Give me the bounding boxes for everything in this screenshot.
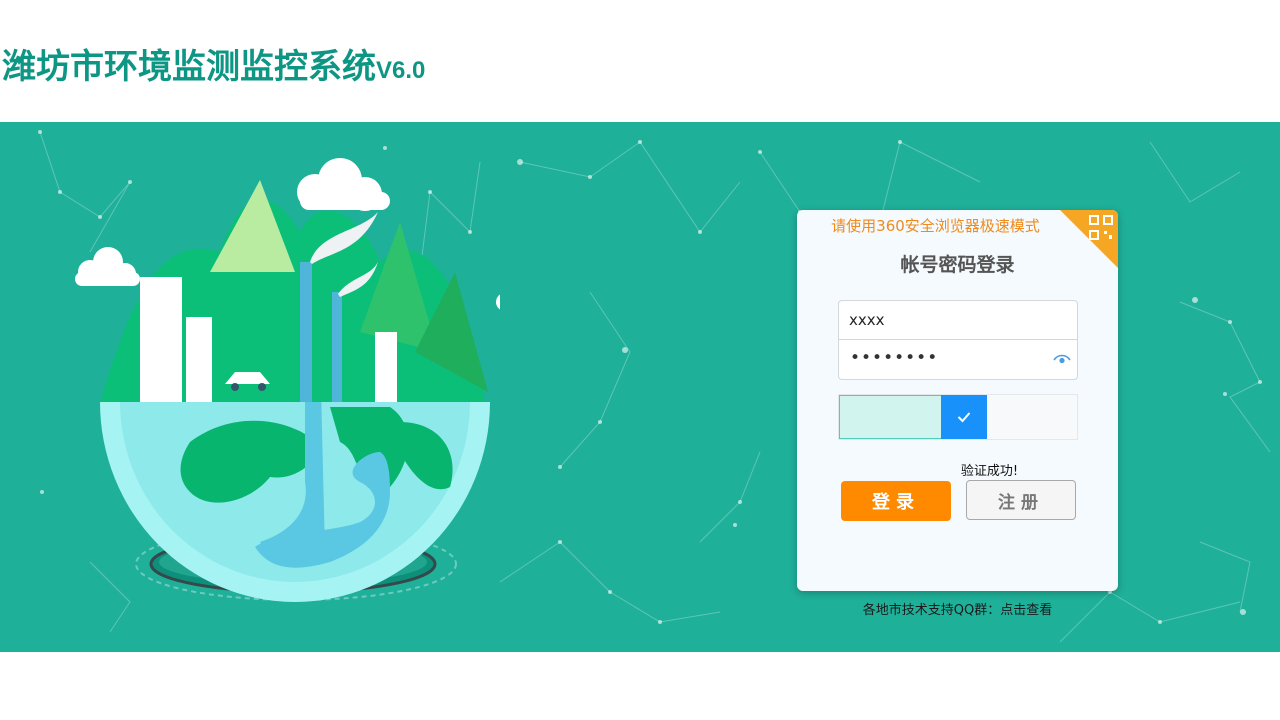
header: 潍坊市环境监测监控系统V6.0 bbox=[0, 0, 1280, 122]
support-line: 各地市技术支持QQ群：点击查看 bbox=[797, 599, 1118, 618]
password-input[interactable]: •••••••• bbox=[850, 348, 938, 368]
register-button[interactable]: 注册 bbox=[966, 480, 1076, 520]
login-heading: 帐号密码登录 bbox=[900, 254, 1015, 276]
eye-icon[interactable] bbox=[1053, 353, 1071, 365]
username-input[interactable] bbox=[839, 301, 1059, 339]
app-title: 潍坊市环境监测监控系统V6.0 bbox=[2, 44, 425, 94]
browser-tip: 请使用360安全浏览器极速模式 bbox=[831, 217, 1040, 235]
captcha-slider[interactable] bbox=[838, 394, 1078, 440]
support-text: 各地市技术支持QQ群： bbox=[862, 603, 1001, 618]
password-field[interactable]: •••••••• bbox=[838, 340, 1078, 380]
app-version: V6.0 bbox=[376, 57, 426, 84]
banner: 请使用360安全浏览器极速模式 帐号密码登录 •••••••• 验证成功! 登录… bbox=[0, 122, 1280, 652]
check-icon bbox=[957, 412, 971, 423]
footer bbox=[0, 652, 1280, 720]
slider-progress-fill bbox=[839, 395, 943, 439]
slider-handle[interactable] bbox=[941, 395, 987, 439]
verify-status: 验证成功! bbox=[960, 464, 1019, 479]
environment-illustration bbox=[75, 158, 500, 602]
login-card: 请使用360安全浏览器极速模式 帐号密码登录 •••••••• 验证成功! 登录… bbox=[797, 210, 1118, 591]
app-title-text: 潍坊市环境监测监控系统 bbox=[2, 47, 376, 87]
login-button[interactable]: 登录 bbox=[841, 481, 951, 521]
support-link[interactable]: 点击查看 bbox=[1000, 603, 1052, 618]
username-field[interactable] bbox=[838, 300, 1078, 340]
